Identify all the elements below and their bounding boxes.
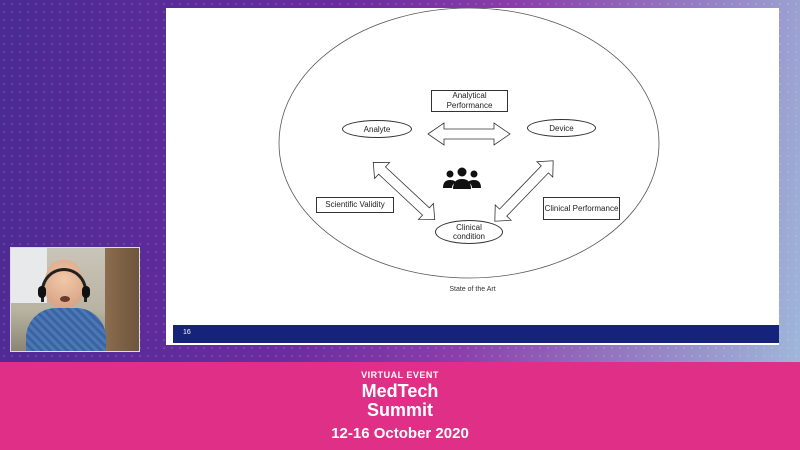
event-title-line1: MedTech [361,381,439,401]
headset-earpiece-right [82,286,90,298]
scientific-validity-box: Scientific Validity [316,197,394,213]
slide-footer-bar: 16 [173,325,779,343]
group-people-icon [443,167,481,189]
event-title-line2: Summit [366,400,433,420]
device-ellipse: Device [527,119,596,137]
presentation-background: Analytical Performance Analyte Device Sc… [0,0,800,362]
slide-diagram [278,8,660,279]
event-dates: 12-16 October 2020 [331,425,469,442]
speaker-webcam-thumbnail[interactable] [10,247,140,352]
analytical-performance-box: Analytical Performance [431,90,508,112]
analyte-ellipse: Analyte [342,120,412,138]
headset-earpiece-left [38,286,46,298]
event-label: VIRTUAL EVENT [361,370,439,380]
double-arrow-horizontal [427,122,511,146]
event-banner: VIRTUAL EVENT MedTech Summit 12-16 Octob… [0,362,800,450]
webcam-shelf-bg [105,248,139,351]
double-arrow-left-diagonal [372,161,436,221]
speaker-body [26,308,106,351]
slide: Analytical Performance Analyte Device Sc… [166,8,779,345]
clinical-performance-box: Clinical Performance [543,197,620,220]
clinical-condition-ellipse: Clinical condition [435,220,503,244]
slide-page-number: 16 [183,329,191,336]
slide-caption: State of the Art [449,286,496,293]
